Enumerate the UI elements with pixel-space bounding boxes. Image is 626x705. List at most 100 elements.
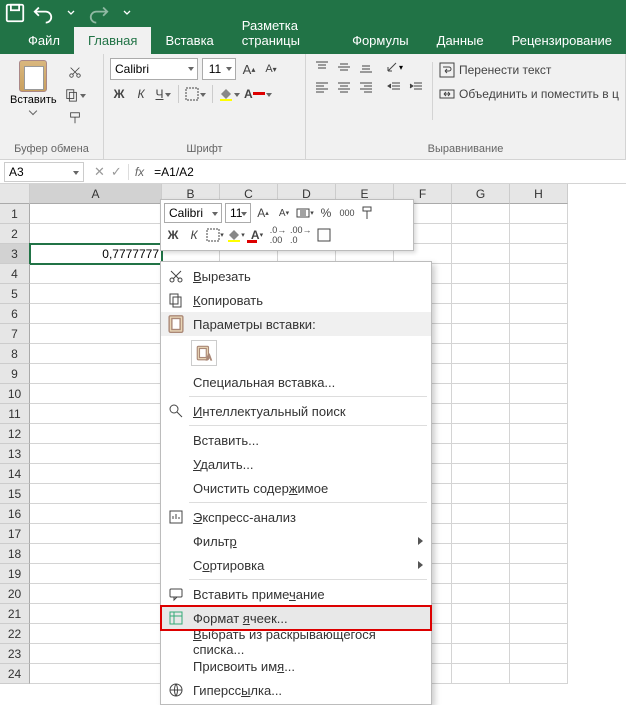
- row-header-10[interactable]: 10: [0, 384, 30, 404]
- cell[interactable]: [452, 504, 510, 524]
- cell[interactable]: [510, 664, 568, 684]
- mini-font-size[interactable]: 11: [225, 203, 251, 223]
- cell[interactable]: [452, 344, 510, 364]
- bold-button[interactable]: Ж: [110, 84, 128, 104]
- tab-file[interactable]: Файл: [14, 27, 74, 54]
- ctx-filter[interactable]: Фильтр: [161, 529, 431, 553]
- cell[interactable]: [510, 264, 568, 284]
- font-color-button[interactable]: A: [244, 84, 272, 104]
- cell[interactable]: [510, 244, 568, 264]
- mini-decrease-decimal[interactable]: .00→.0: [290, 225, 312, 245]
- undo-button[interactable]: [32, 2, 54, 24]
- merge-center-button[interactable]: Объединить и поместить в ц: [439, 86, 619, 102]
- tab-data[interactable]: Данные: [423, 27, 498, 54]
- row-header-14[interactable]: 14: [0, 464, 30, 484]
- row-header-7[interactable]: 7: [0, 324, 30, 344]
- ctx-insert[interactable]: Вставить...: [161, 428, 431, 452]
- col-header-H[interactable]: H: [510, 184, 568, 204]
- underline-button[interactable]: Ч: [154, 84, 172, 104]
- cell[interactable]: [452, 564, 510, 584]
- col-header-G[interactable]: G: [452, 184, 510, 204]
- cell[interactable]: [452, 524, 510, 544]
- row-header-17[interactable]: 17: [0, 524, 30, 544]
- row-header-20[interactable]: 20: [0, 584, 30, 604]
- row-header-9[interactable]: 9: [0, 364, 30, 384]
- cell[interactable]: [510, 424, 568, 444]
- orientation-button[interactable]: ▾: [384, 58, 404, 76]
- cell[interactable]: [452, 204, 510, 224]
- cell[interactable]: [30, 564, 162, 584]
- row-header-23[interactable]: 23: [0, 644, 30, 664]
- cell[interactable]: [510, 644, 568, 664]
- cell[interactable]: [452, 544, 510, 564]
- cell[interactable]: [510, 224, 568, 244]
- cell[interactable]: [452, 584, 510, 604]
- ctx-quick-analysis[interactable]: Экспресс-анализ: [161, 505, 431, 529]
- cell[interactable]: [510, 284, 568, 304]
- row-header-22[interactable]: 22: [0, 624, 30, 644]
- cell[interactable]: [452, 404, 510, 424]
- mini-shrink-font[interactable]: A▾: [275, 203, 293, 223]
- cell[interactable]: [30, 304, 162, 324]
- cell[interactable]: [30, 644, 162, 664]
- cell[interactable]: [452, 364, 510, 384]
- name-box[interactable]: A3: [4, 162, 84, 182]
- italic-button[interactable]: К: [132, 84, 150, 104]
- cell[interactable]: [510, 404, 568, 424]
- cell[interactable]: [452, 304, 510, 324]
- mini-borders[interactable]: ▾: [206, 225, 224, 245]
- row-header-19[interactable]: 19: [0, 564, 30, 584]
- select-all-corner[interactable]: [0, 184, 30, 204]
- font-size-input[interactable]: [202, 58, 236, 80]
- cancel-formula-button[interactable]: ✕: [94, 164, 105, 180]
- cell[interactable]: [510, 304, 568, 324]
- row-header-3[interactable]: 3: [0, 244, 30, 264]
- enter-formula-button[interactable]: ✓: [111, 164, 122, 180]
- customize-qat[interactable]: [116, 2, 138, 24]
- cell[interactable]: [30, 224, 162, 244]
- paste-button[interactable]: Вставить: [6, 58, 61, 128]
- ctx-hyperlink[interactable]: Гиперссылка...: [161, 678, 431, 702]
- cell[interactable]: [510, 584, 568, 604]
- col-header-A[interactable]: A: [30, 184, 162, 204]
- cell[interactable]: [510, 324, 568, 344]
- cell[interactable]: [510, 524, 568, 544]
- tab-formulas[interactable]: Формулы: [338, 27, 423, 54]
- redo-button[interactable]: [88, 2, 110, 24]
- cell[interactable]: [30, 504, 162, 524]
- cell[interactable]: 0,7777777: [30, 244, 162, 264]
- row-header-16[interactable]: 16: [0, 504, 30, 524]
- format-painter-button[interactable]: [65, 108, 86, 128]
- cell[interactable]: [452, 284, 510, 304]
- cell[interactable]: [452, 264, 510, 284]
- cell[interactable]: [452, 224, 510, 244]
- mini-font-color[interactable]: A▾: [248, 225, 266, 245]
- cell[interactable]: [452, 624, 510, 644]
- cell[interactable]: [30, 364, 162, 384]
- cell[interactable]: [510, 204, 568, 224]
- increase-indent-button[interactable]: [406, 78, 426, 96]
- row-header-11[interactable]: 11: [0, 404, 30, 424]
- tab-insert[interactable]: Вставка: [151, 27, 227, 54]
- align-middle-button[interactable]: [334, 58, 354, 76]
- borders-button[interactable]: [185, 84, 206, 104]
- decrease-indent-button[interactable]: [384, 78, 404, 96]
- cell[interactable]: [30, 324, 162, 344]
- ctx-insert-comment[interactable]: Вставить примечание: [161, 582, 431, 606]
- mini-bold[interactable]: Ж: [164, 225, 182, 245]
- cell[interactable]: [30, 524, 162, 544]
- cell[interactable]: [30, 664, 162, 684]
- cell[interactable]: [452, 444, 510, 464]
- cell[interactable]: [30, 264, 162, 284]
- align-top-button[interactable]: [312, 58, 332, 76]
- tab-page-layout[interactable]: Разметка страницы: [228, 12, 338, 54]
- cell[interactable]: [30, 544, 162, 564]
- cell[interactable]: [30, 284, 162, 304]
- cell[interactable]: [30, 424, 162, 444]
- cell[interactable]: [30, 404, 162, 424]
- cell[interactable]: [30, 604, 162, 624]
- row-header-18[interactable]: 18: [0, 544, 30, 564]
- ctx-smart-lookup[interactable]: Интеллектуальный поиск: [161, 399, 431, 423]
- wrap-text-button[interactable]: Перенести текст: [439, 62, 619, 78]
- mini-comma[interactable]: 000: [338, 203, 356, 223]
